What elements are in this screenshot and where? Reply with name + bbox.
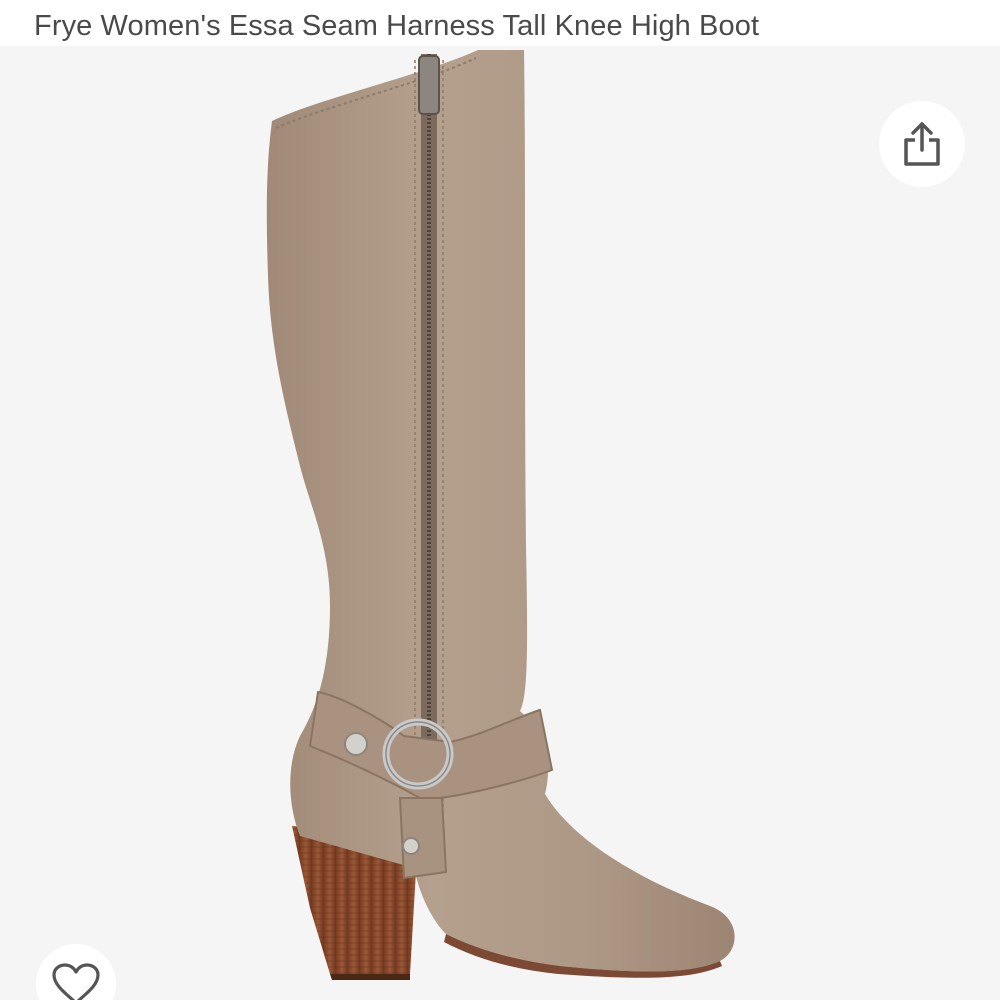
rivet-top bbox=[344, 732, 368, 756]
rivet-bottom bbox=[402, 837, 420, 855]
product-image-area[interactable] bbox=[0, 46, 1000, 1000]
product-page: Frye Women's Essa Seam Harness Tall Knee… bbox=[0, 0, 1000, 1000]
boot-body bbox=[266, 50, 735, 972]
product-title: Frye Women's Essa Seam Harness Tall Knee… bbox=[34, 10, 760, 42]
share-button[interactable] bbox=[879, 101, 965, 187]
zipper-pull bbox=[418, 55, 440, 115]
product-image[interactable] bbox=[0, 46, 1000, 1000]
share-icon bbox=[904, 122, 940, 166]
heart-outline-icon bbox=[52, 963, 100, 1000]
